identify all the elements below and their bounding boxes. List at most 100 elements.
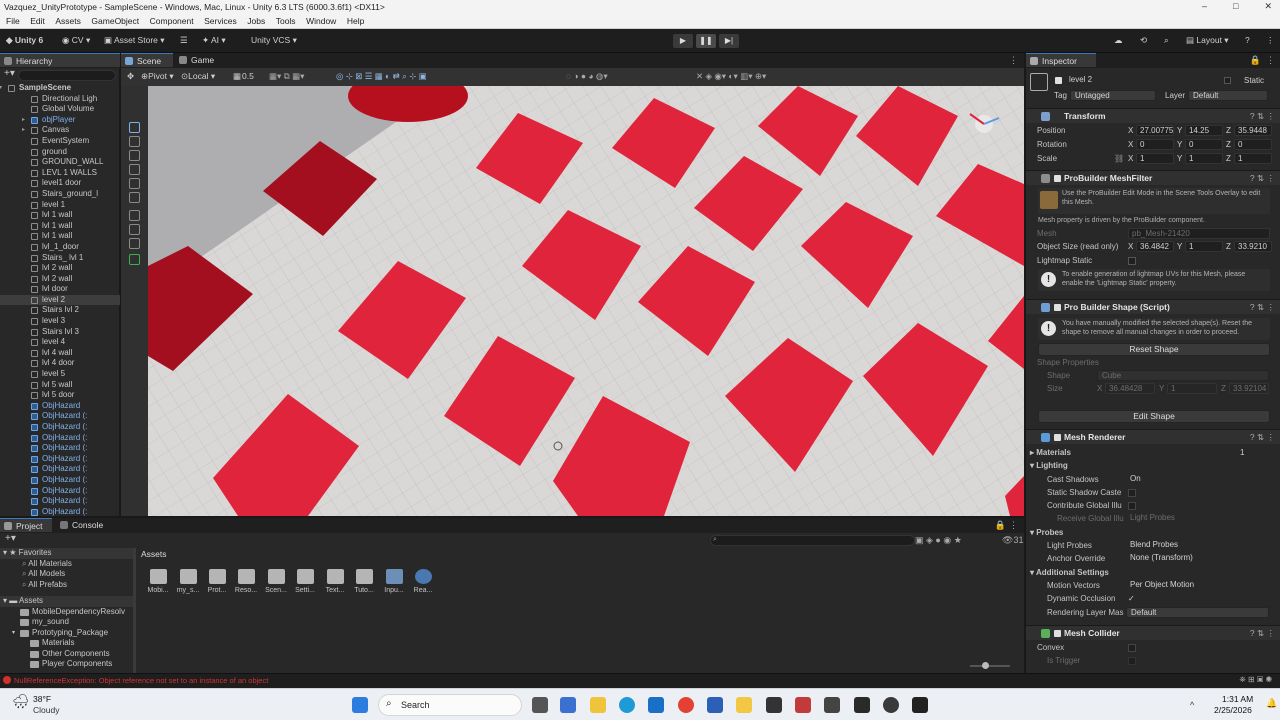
notification-icon[interactable]: 🔔 (1266, 698, 1277, 709)
hierarchy-item[interactable]: lvl 1 wall (0, 210, 120, 221)
lightmap-static-checkbox[interactable] (1128, 257, 1136, 265)
asset-folder[interactable]: Reso... (234, 569, 258, 594)
project-search-input[interactable]: ⌕ (710, 535, 915, 546)
windows-start-icon[interactable] (352, 697, 368, 713)
tab-game[interactable]: Game (175, 53, 225, 67)
hierarchy-item[interactable]: ObjHazard (: (0, 454, 120, 465)
hierarchy-item[interactable]: ObjHazard (: (0, 422, 120, 433)
vscode-icon[interactable] (648, 697, 664, 713)
component-menu-icon[interactable]: ? ⇅ ⋮ (1250, 430, 1275, 445)
scale-y-field[interactable]: 1 (1185, 153, 1223, 164)
hierarchy-item[interactable]: level1 door (0, 178, 120, 189)
asset-folder[interactable]: Mobi... (146, 569, 170, 594)
view-options-icons[interactable]: ✕ ◈ ◉▾ ◐▾ ▥▾ ⊕▾ (696, 71, 766, 82)
clock-date[interactable]: 2/25/2026 (1214, 705, 1252, 715)
cast-shadows-dropdown[interactable]: On (1126, 474, 1269, 485)
lighting-foldout[interactable]: ▾ Lighting (1030, 459, 1068, 472)
hierarchy-item[interactable]: lvl 1 wall (0, 221, 120, 232)
more-icon[interactable]: ⋮ (1009, 520, 1018, 531)
hierarchy-item[interactable]: lvl door (0, 284, 120, 295)
more-icon[interactable]: ⋮ (1009, 55, 1018, 66)
position-z-field[interactable]: 35.9448 (1234, 125, 1272, 136)
menu-file[interactable]: File (6, 15, 20, 28)
play-button[interactable]: ▶ (673, 34, 693, 48)
hierarchy-item[interactable]: lvl 2 wall (0, 274, 120, 285)
hierarchy-item[interactable]: level 4 (0, 337, 120, 348)
menu-edit[interactable]: Edit (30, 15, 45, 28)
more-icon[interactable]: ⋮ (1266, 55, 1275, 66)
rendering-layer-dropdown[interactable]: Default (1126, 607, 1269, 618)
menu-services[interactable]: Services (204, 15, 237, 28)
system-tray-icons[interactable]: ^ (1190, 700, 1194, 710)
menu-component[interactable]: Component (150, 15, 194, 28)
status-icons[interactable]: ⛯ ⊞ ▣ ◉ (1239, 675, 1272, 685)
fav-all-prefabs[interactable]: ⌕ All Prefabs (0, 580, 136, 591)
menu-gameobject[interactable]: GameObject (91, 15, 139, 28)
history-icon[interactable]: ⟲ (1140, 35, 1147, 46)
hierarchy-item[interactable]: level 2 (0, 294, 120, 306)
hierarchy-item[interactable]: ObjHazard (: (0, 507, 120, 518)
hierarchy-item[interactable]: ▸ Canvas (0, 125, 120, 136)
hierarchy-item[interactable]: level 5 (0, 369, 120, 380)
asset-folder[interactable]: Setti... (293, 569, 317, 594)
menu-tools[interactable]: Tools (276, 15, 296, 28)
link-icon[interactable]: ⛓ (1114, 152, 1124, 165)
cv-button[interactable]: ◉ CV ▾ (62, 35, 90, 46)
file-explorer-icon[interactable] (590, 697, 606, 713)
asset-readme[interactable]: Rea... (411, 569, 435, 594)
hierarchy-item[interactable]: Stairs lvl 3 (0, 327, 120, 338)
shading-icons[interactable]: ◌ ◑ ● ◕ ◍▾ (566, 71, 608, 82)
ai-button[interactable]: ✦ AI ▾ (202, 35, 226, 46)
tree-scrollbar[interactable] (133, 548, 136, 674)
edit-shape-button[interactable]: Edit Shape (1038, 410, 1270, 423)
hierarchy-item[interactable]: lvl 4 wall (0, 348, 120, 359)
position-x-field[interactable]: 27.00775 (1136, 125, 1174, 136)
chrome-icon[interactable] (678, 697, 694, 713)
dynamic-occlusion-checkbox[interactable]: ✓ (1128, 592, 1135, 605)
fav-all-materials[interactable]: ⌕ All Materials (0, 559, 136, 570)
custom-tool-icon[interactable] (129, 210, 140, 221)
anchor-override-field[interactable]: None (Transform) (1126, 553, 1269, 564)
hierarchy-item[interactable]: Stairs_ lvl 1 (0, 253, 120, 264)
tree-item[interactable]: MobileDependencyResolv (0, 607, 136, 618)
layout-dropdown[interactable]: ▤ Layout ▾ (1186, 35, 1229, 46)
hierarchy-item[interactable]: lvl 1 wall (0, 231, 120, 242)
transform-tool-icon[interactable] (129, 192, 140, 203)
hierarchy-item[interactable]: EventSystem (0, 136, 120, 147)
hierarchy-item[interactable]: ▸ objPlayer (0, 115, 120, 126)
hierarchy-item[interactable]: GROUND_WALL (0, 157, 120, 168)
clock-time[interactable]: 1:31 AM (1222, 694, 1253, 704)
minimize-button[interactable]: – (1202, 1, 1207, 12)
rotation-y-field[interactable]: 0 (1185, 139, 1223, 150)
menu-window[interactable]: Window (306, 15, 336, 28)
active-checkbox[interactable] (1055, 77, 1062, 84)
expand-arrow-icon[interactable]: ▸ (22, 115, 25, 126)
cloud-icon[interactable]: ☁ (1114, 35, 1123, 46)
favorites-header[interactable]: ▾ ★ Favorites (0, 548, 136, 559)
component-menu-icon[interactable]: ? ⇅ ⋮ (1250, 300, 1275, 315)
step-button[interactable]: ▶| (719, 34, 739, 48)
static-checkbox[interactable] (1224, 77, 1231, 84)
hierarchy-item[interactable]: ▾ SampleScene (0, 83, 120, 94)
mesh-collider-checkbox[interactable] (1054, 630, 1061, 637)
pause-button[interactable]: ❚❚ (696, 34, 716, 48)
hierarchy-item[interactable]: LEVL 1 WALLS (0, 168, 120, 179)
tree-item[interactable]: Other Components (0, 649, 136, 660)
hierarchy-item[interactable]: Stairs lvl 2 (0, 305, 120, 316)
pivot-dropdown[interactable]: ⊕Pivot ▾ (141, 71, 174, 82)
expand-arrow-icon[interactable]: ▾ (0, 83, 2, 94)
asset-folder[interactable]: Prot... (205, 569, 229, 594)
weather-temp[interactable]: 38°F (33, 694, 51, 704)
object-name-field[interactable]: level 2 (1066, 75, 1216, 86)
close-button[interactable]: ✕ (1264, 1, 1272, 12)
hierarchy-item[interactable]: ObjHazard (: (0, 443, 120, 454)
component-menu-icon[interactable]: ? ⇅ ⋮ (1250, 171, 1275, 186)
tab-scene[interactable]: Scene (121, 53, 173, 67)
hierarchy-item[interactable]: ObjHazard (: (0, 475, 120, 486)
meshfilter-checkbox[interactable] (1054, 175, 1061, 182)
reset-shape-button[interactable]: Reset Shape (1038, 343, 1270, 356)
menu-assets[interactable]: Assets (55, 15, 81, 28)
rotation-z-field[interactable]: 0 (1234, 139, 1272, 150)
rotate-tool-icon[interactable] (129, 150, 140, 161)
calculator-icon[interactable] (824, 697, 840, 713)
